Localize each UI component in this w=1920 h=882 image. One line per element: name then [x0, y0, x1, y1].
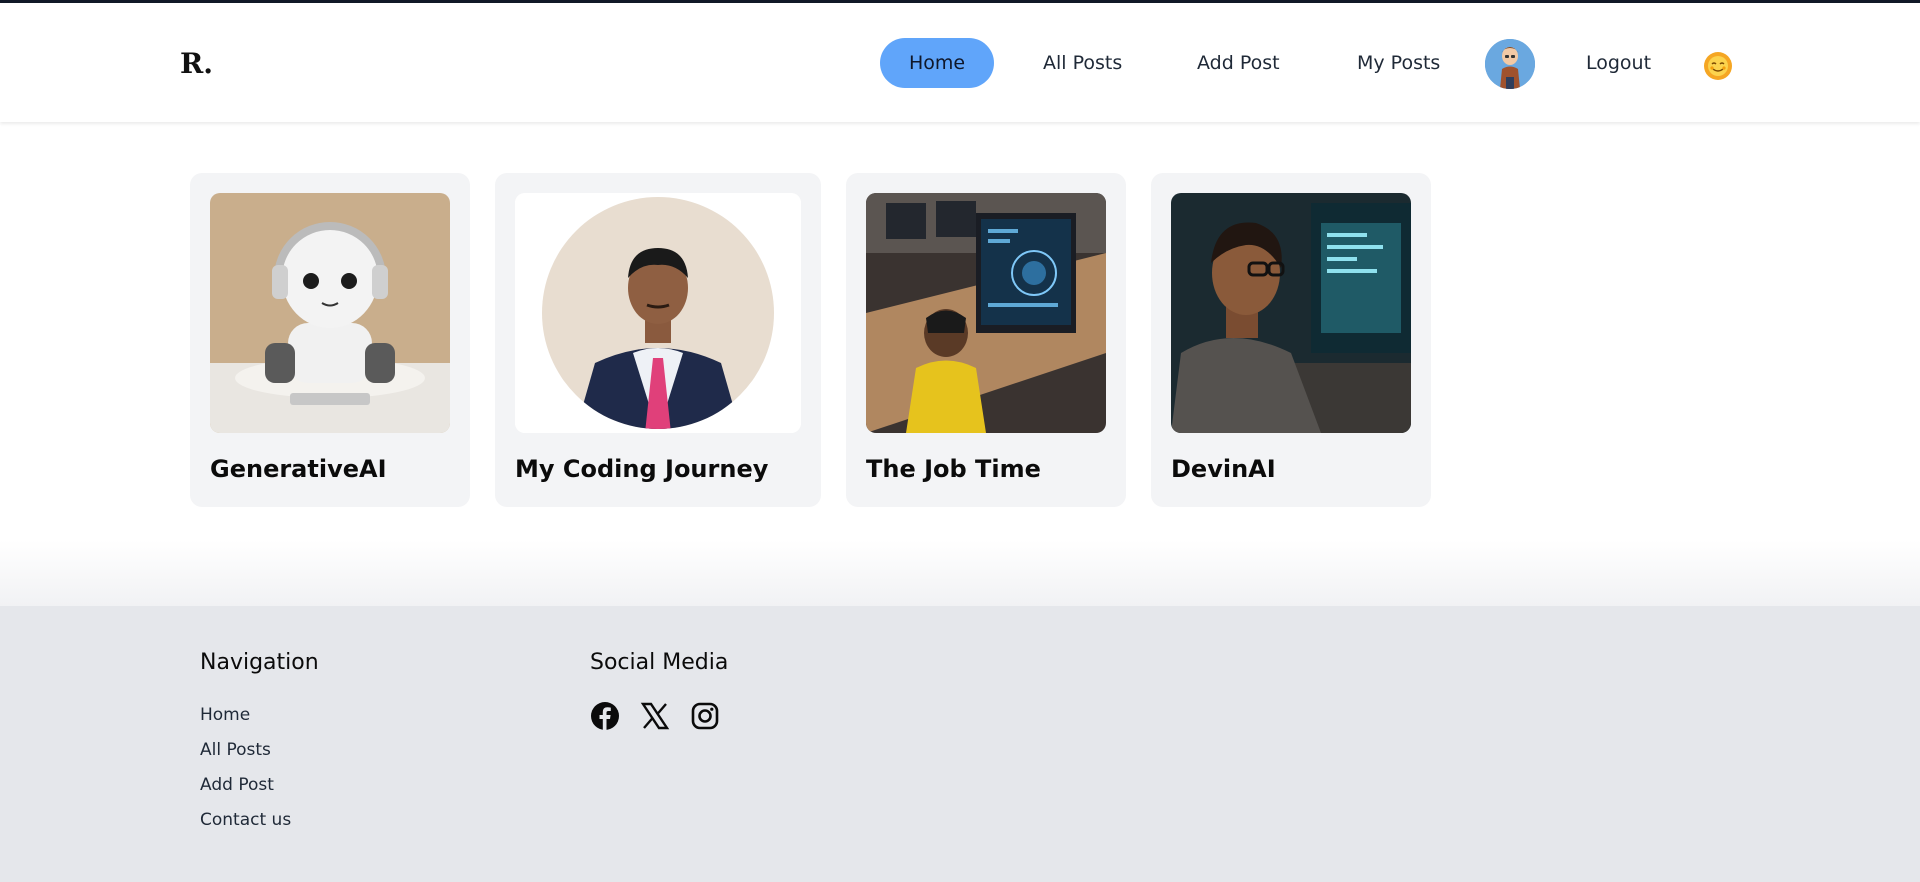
site-logo[interactable]: R. [180, 47, 213, 80]
nav-add-post-link[interactable]: Add Post [1197, 38, 1280, 88]
site-header: R. Home All Posts Add Post My Posts Logo… [0, 3, 1920, 122]
logout-button[interactable]: Logout [1586, 38, 1651, 88]
posts-grid: GenerativeAI My Coding Journey The Job T… [0, 122, 1920, 606]
post-title: DevinAI [1171, 455, 1276, 483]
section-fade [0, 540, 1920, 606]
sun-face-icon[interactable] [1702, 50, 1734, 82]
footer-link-home[interactable]: Home [200, 705, 250, 725]
footer-link-all-posts[interactable]: All Posts [200, 740, 271, 760]
footer-navigation-heading: Navigation [200, 650, 319, 675]
nav-home-button[interactable]: Home [880, 38, 994, 88]
footer-social-heading: Social Media [590, 650, 729, 675]
footer-link-contact-us[interactable]: Contact us [200, 810, 291, 830]
nav-my-posts-link[interactable]: My Posts [1357, 38, 1440, 88]
footer-link-add-post[interactable]: Add Post [200, 775, 274, 795]
user-avatar-icon[interactable] [1485, 39, 1535, 89]
post-title: The Job Time [866, 455, 1041, 483]
post-card[interactable]: GenerativeAI [190, 173, 470, 507]
post-title: My Coding Journey [515, 455, 769, 483]
post-thumbnail-image [866, 193, 1106, 433]
site-footer: Navigation Home All Posts Add Post Conta… [0, 606, 1920, 882]
post-card[interactable]: DevinAI [1151, 173, 1431, 507]
facebook-icon[interactable] [590, 701, 620, 731]
post-card[interactable]: The Job Time [846, 173, 1126, 507]
post-thumbnail-image [1171, 193, 1411, 433]
post-thumbnail-image [515, 193, 801, 433]
nav-all-posts-link[interactable]: All Posts [1043, 38, 1122, 88]
post-thumbnail-image [210, 193, 450, 433]
post-card[interactable]: My Coding Journey [495, 173, 821, 507]
instagram-icon[interactable] [690, 701, 720, 731]
post-title: GenerativeAI [210, 455, 387, 483]
x-icon[interactable] [640, 701, 670, 731]
